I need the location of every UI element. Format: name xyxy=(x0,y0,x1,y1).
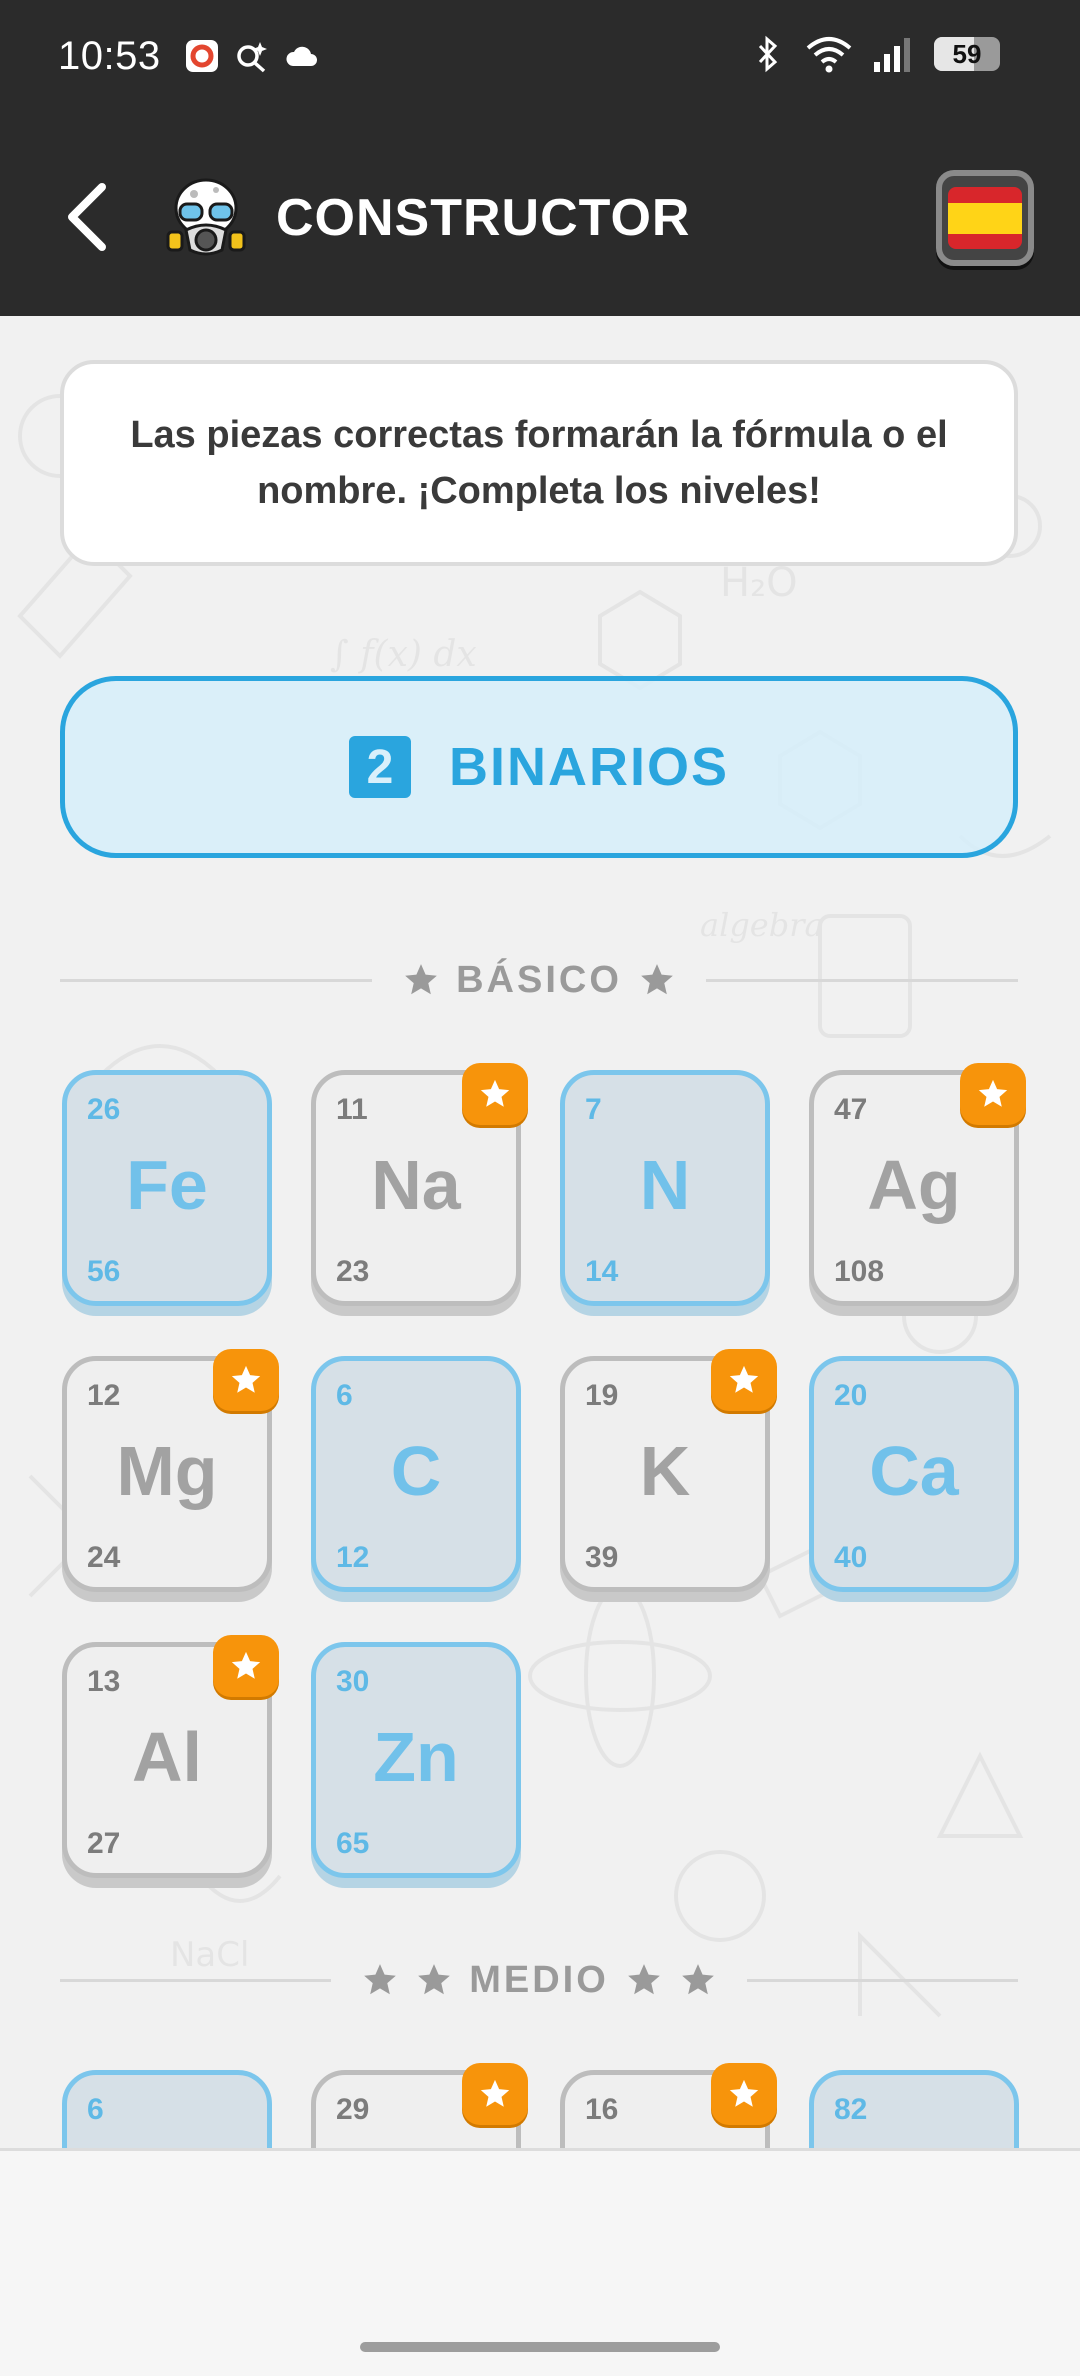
level-tile[interactable]: 20 Ca 40 xyxy=(809,1356,1019,1592)
atomic-number: 7 xyxy=(585,1093,602,1126)
element-symbol: N xyxy=(639,1146,691,1224)
divider xyxy=(705,978,1019,982)
star-icon xyxy=(405,964,437,995)
bluetooth-icon xyxy=(750,35,786,73)
atomic-number: 16 xyxy=(585,2093,619,2126)
level-tile[interactable]: 12 Mg 24 xyxy=(62,1349,279,1592)
search-spark-icon xyxy=(234,38,270,74)
home-indicator[interactable] xyxy=(360,2342,720,2352)
language-button[interactable] xyxy=(936,170,1034,266)
element-symbol: Ca xyxy=(869,1432,959,1510)
atomic-mass: 108 xyxy=(834,1255,885,1288)
instructions-card: Las piezas correctas formarán la fórmula… xyxy=(60,360,1018,566)
divider xyxy=(746,1978,1018,1982)
signal-icon xyxy=(872,36,916,72)
star-badge-icon xyxy=(711,1349,777,1411)
element-symbol: Al xyxy=(132,1718,202,1796)
section-header-basico: BÁSICO xyxy=(60,950,1019,1010)
atomic-mass: 65 xyxy=(336,1827,370,1860)
wifi-icon xyxy=(804,36,854,73)
atomic-number: 20 xyxy=(834,1379,868,1412)
level-tile[interactable]: 29 xyxy=(311,2063,528,2148)
battery-icon: 59 xyxy=(934,37,1000,71)
atomic-number: 29 xyxy=(336,2093,370,2126)
atomic-mass: 27 xyxy=(87,1827,121,1860)
element-symbol: Zn xyxy=(373,1718,459,1796)
atomic-number: 11 xyxy=(336,1093,368,1126)
svg-text:∫ f(x) dx: ∫ f(x) dx xyxy=(330,634,477,675)
atomic-number: 12 xyxy=(87,1379,121,1412)
section-label-basico: BÁSICO xyxy=(456,958,622,1001)
element-symbol: Fe xyxy=(126,1146,208,1224)
atomic-number: 82 xyxy=(834,2093,868,2126)
level-tile[interactable]: 26 Fe 56 xyxy=(62,1070,272,1306)
level-tile[interactable]: 82 xyxy=(809,2070,1019,2148)
atomic-mass: 24 xyxy=(87,1541,121,1574)
divider xyxy=(60,978,373,982)
category-label: BINARIOS xyxy=(448,737,729,797)
status-left-icons xyxy=(184,38,320,74)
level-tile[interactable]: 47 Ag 108 xyxy=(809,1063,1026,1306)
atomic-number: 30 xyxy=(336,1665,370,1698)
element-symbol: Na xyxy=(371,1146,461,1224)
level-tile[interactable]: 6 xyxy=(62,2070,272,2148)
atomic-number: 47 xyxy=(834,1093,868,1126)
category-binarios-button[interactable]: 2 BINARIOS xyxy=(60,676,1018,858)
star-icon xyxy=(681,1964,714,1995)
atomic-mass: 14 xyxy=(585,1255,619,1288)
level-tile[interactable]: 30 Zn 65 xyxy=(311,1642,521,1878)
element-symbol: K xyxy=(639,1432,691,1510)
status-time: 10:53 xyxy=(58,34,161,78)
star-badge-icon xyxy=(462,1063,528,1125)
gas-mask-mascot-icon xyxy=(166,174,246,260)
back-button[interactable] xyxy=(52,180,122,254)
app-root: 10:53 59 CONSTRUCTOR ∫ f(x) dx algebra H… xyxy=(0,0,1080,2376)
atomic-mass: 56 xyxy=(87,1255,121,1288)
status-bar: 10:53 59 xyxy=(0,0,1080,118)
level-tile[interactable]: 6 C 12 xyxy=(311,1356,521,1592)
atomic-mass: 12 xyxy=(336,1541,370,1574)
level-tile[interactable]: 13 Al 27 xyxy=(62,1635,279,1878)
star-icon xyxy=(418,1964,451,1995)
cloud-icon xyxy=(284,38,320,74)
svg-text:H₂O: H₂O xyxy=(720,560,798,606)
star-badge-icon xyxy=(960,1063,1026,1125)
atomic-number: 26 xyxy=(87,1093,121,1126)
star-icon xyxy=(364,1964,397,1995)
atomic-number: 6 xyxy=(87,2093,104,2126)
element-symbol: Ag xyxy=(867,1146,961,1224)
spain-flag-icon xyxy=(948,187,1022,249)
element-symbol: C xyxy=(390,1432,442,1510)
level-tile[interactable]: 16 xyxy=(560,2063,777,2148)
star-badge-icon xyxy=(711,2063,777,2125)
atomic-number: 19 xyxy=(585,1379,619,1412)
status-right-icons: 59 xyxy=(750,35,1000,73)
atomic-mass: 40 xyxy=(834,1541,868,1574)
star-icon xyxy=(641,964,673,995)
battery-level: 59 xyxy=(952,38,982,69)
element-symbol: Mg xyxy=(116,1432,218,1510)
section-label-medio: MEDIO xyxy=(469,1958,609,2001)
category-number-badge: 2 xyxy=(348,736,411,798)
star-badge-icon xyxy=(213,1349,279,1411)
page-title: CONSTRUCTOR xyxy=(276,189,691,247)
app-notification-icon xyxy=(184,38,220,74)
atomic-mass: 23 xyxy=(336,1255,370,1288)
instructions-text: Las piezas correctas formarán la fórmula… xyxy=(130,414,948,512)
levels-content[interactable]: ∫ f(x) dx algebra H₂O NaCl Las piezas co… xyxy=(0,316,1080,2148)
app-bar: CONSTRUCTOR xyxy=(0,118,1080,316)
chevron-left-icon xyxy=(68,183,106,251)
atomic-number: 6 xyxy=(336,1379,353,1412)
star-icon xyxy=(627,1964,660,1995)
atomic-mass: 39 xyxy=(585,1541,619,1574)
level-tile[interactable]: 11 Na 23 xyxy=(311,1063,528,1306)
divider xyxy=(60,1978,332,1982)
level-tile[interactable]: 7 N 14 xyxy=(560,1070,770,1306)
star-badge-icon xyxy=(462,2063,528,2125)
atomic-number: 13 xyxy=(87,1665,121,1698)
star-badge-icon xyxy=(213,1635,279,1697)
svg-text:algebra: algebra xyxy=(700,906,824,944)
level-tile[interactable]: 19 K 39 xyxy=(560,1349,777,1592)
section-header-medio: MEDIO xyxy=(60,1950,1018,2010)
